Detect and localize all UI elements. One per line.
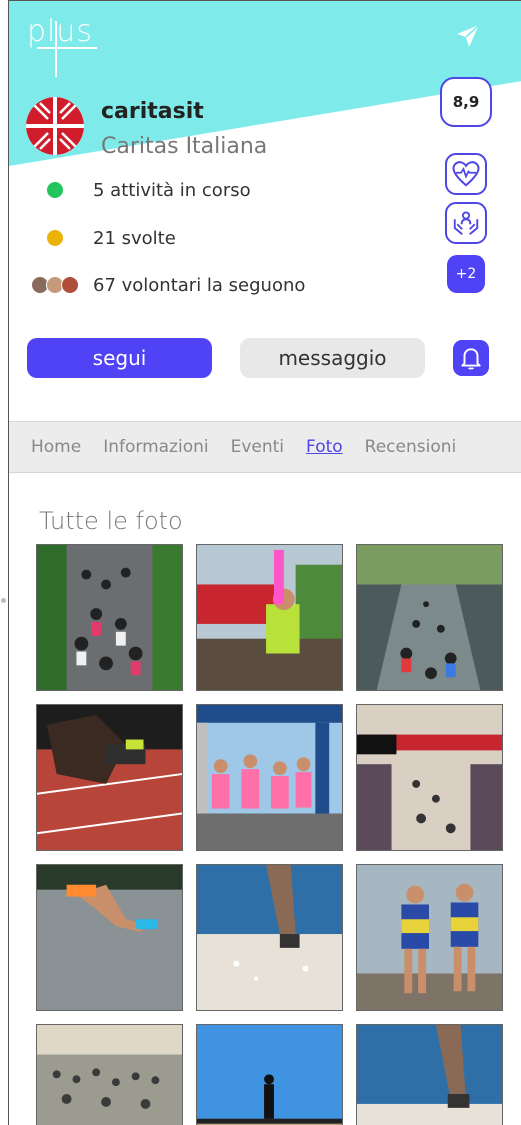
notify-button[interactable] [453,340,489,376]
message-button[interactable]: messaggio [240,338,425,378]
tab-informazioni[interactable]: Informazioni [103,437,208,457]
photo-marathon-crowd[interactable] [36,544,183,691]
gallery-title: Tutte le foto [39,507,183,535]
app-frame: plus caritasit Caritas Italiana 8,9 +2 5… [8,0,521,1125]
stat-done: 21 svolte [31,225,176,251]
follow-button[interactable]: segui [27,338,212,378]
profile-tabs: Home Informazioni Eventi Foto Recensioni [9,421,521,473]
tab-recensioni[interactable]: Recensioni [365,437,457,457]
org-avatar[interactable] [26,97,84,155]
stat-active-text: 5 attività in corso [93,179,251,201]
helping-hands-badge[interactable] [445,202,487,244]
photo-runner-legs[interactable] [356,1024,503,1125]
heart-pulse-icon [452,161,480,187]
photo-two-runners[interactable] [356,864,503,1011]
org-handle: caritasit [101,99,204,124]
logo-cross-vertical [55,21,57,77]
stat-volunteers-text: 67 volontari la seguono [93,274,306,296]
photo-half-marathon-arch[interactable] [196,704,343,851]
photo-runner-bridge[interactable] [196,1024,343,1125]
tab-foto[interactable]: Foto [306,437,343,457]
photo-runners-underpass[interactable] [356,544,503,691]
stat-done-text: 21 svolte [93,227,176,249]
yellow-dot-icon [47,230,63,246]
heart-pulse-badge[interactable] [445,153,487,195]
tab-eventi[interactable]: Eventi [231,437,284,457]
logo-text: plus [27,14,94,49]
photo-runner-road[interactable] [36,864,183,1011]
photo-finish-line-crowd[interactable] [356,704,503,851]
org-name: Caritas Italiana [101,134,268,159]
helping-hands-icon [453,211,479,235]
photo-city-crowd[interactable] [36,1024,183,1125]
volunteer-avatars [31,276,93,294]
plus-logo[interactable]: plus [27,15,107,77]
more-badges-button[interactable]: +2 [447,255,485,293]
photo-runner-cheering[interactable] [196,544,343,691]
tab-home[interactable]: Home [31,437,81,457]
bell-icon [461,348,481,370]
stat-volunteers[interactable]: 67 volontari la seguono [31,272,305,298]
photo-runner-feet[interactable] [196,864,343,1011]
green-dot-icon [47,182,63,198]
rating-badge[interactable]: 8,9 [440,77,492,127]
photo-sprinter-blocks[interactable] [36,704,183,851]
stat-active: 5 attività in corso [31,177,251,203]
logo-cross-horizontal [37,47,97,49]
volunteer-avatar [61,276,79,294]
scroll-indicator[interactable] [1,598,6,603]
send-icon[interactable] [455,23,481,49]
